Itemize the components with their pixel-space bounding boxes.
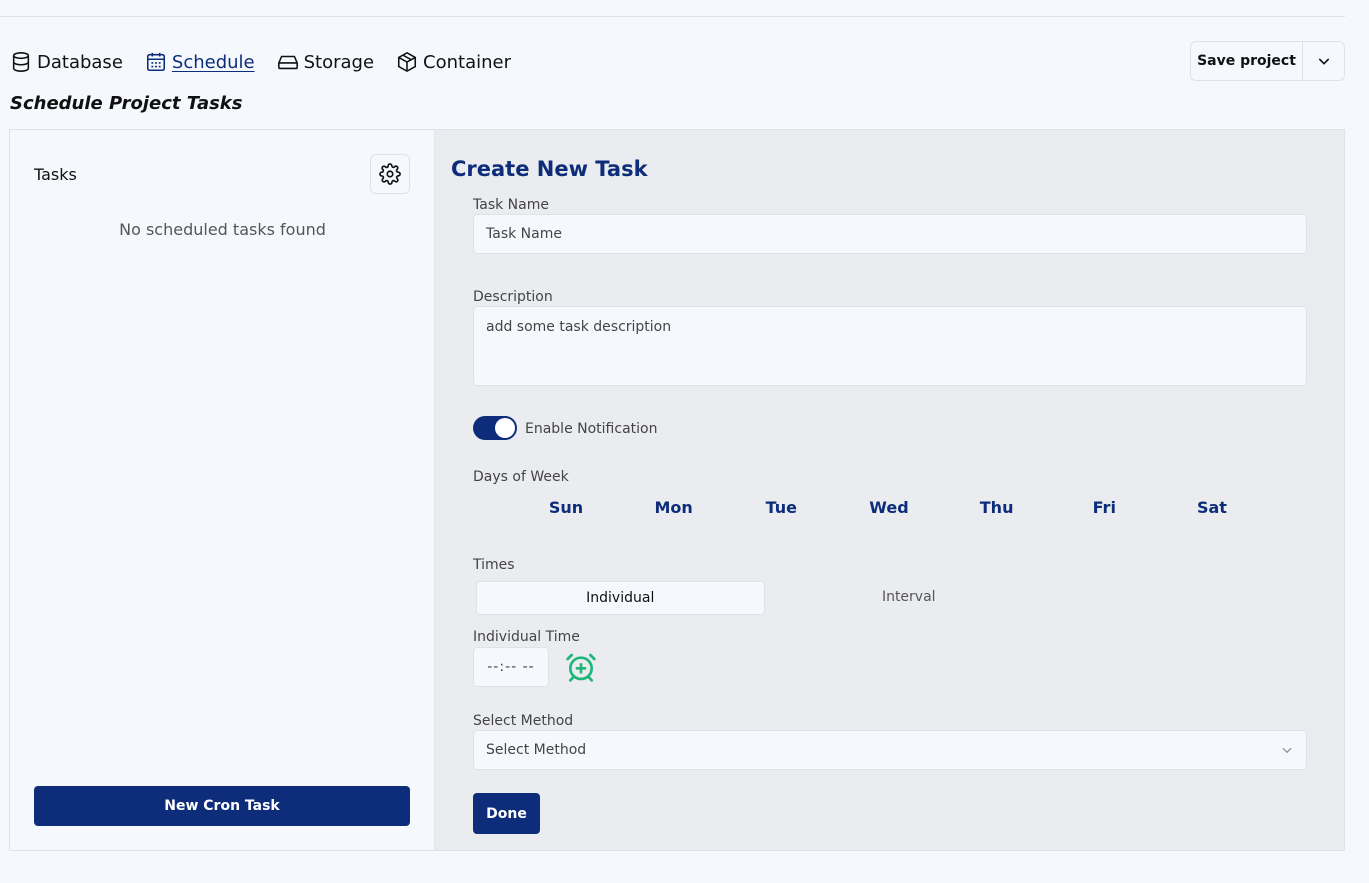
nav-storage[interactable]: Storage (277, 51, 374, 73)
save-project-group: Save project (1190, 41, 1345, 81)
save-project-button[interactable]: Save project (1190, 41, 1303, 81)
select-method-label: Select Method (473, 713, 574, 729)
top-nav: Database Schedule Storage Container (10, 48, 533, 76)
calendar-icon (146, 52, 165, 72)
chevron-down-icon (1282, 747, 1292, 754)
tasks-panel: Tasks No scheduled tasks found New Cron … (10, 130, 435, 850)
individual-time-label: Individual Time (473, 629, 580, 645)
notification-label: Enable Notification (525, 421, 658, 437)
tasks-title: Tasks (34, 165, 77, 184)
select-method-dropdown[interactable]: Select Method (473, 730, 1307, 770)
nav-label: Storage (303, 51, 375, 73)
task-name-label: Task Name (473, 197, 549, 213)
create-task-form: Create New Task Task Name Task Name Desc… (435, 130, 1344, 850)
individual-time-input[interactable]: --:-- -- (473, 647, 549, 687)
day-tue[interactable]: Tue (744, 498, 818, 517)
times-label: Times (473, 557, 515, 573)
day-sat[interactable]: Sat (1175, 498, 1249, 517)
form-title: Create New Task (451, 157, 648, 181)
toggle-knob (495, 418, 515, 438)
days-of-week: Sun Mon Tue Wed Thu Fri Sat (529, 498, 1249, 517)
gear-icon (379, 163, 401, 185)
nav-database[interactable]: Database (10, 51, 123, 73)
day-sun[interactable]: Sun (529, 498, 603, 517)
times-interval-tab[interactable]: Interval (765, 579, 1054, 615)
day-fri[interactable]: Fri (1067, 498, 1141, 517)
hard-drive-icon (277, 55, 298, 70)
nav-label: Schedule (171, 51, 255, 73)
nav-schedule[interactable]: Schedule (145, 51, 255, 73)
day-thu[interactable]: Thu (960, 498, 1034, 517)
days-of-week-label: Days of Week (473, 469, 569, 485)
page-title: Schedule Project Tasks (10, 93, 243, 114)
task-name-input[interactable]: Task Name (473, 214, 1307, 254)
description-textarea[interactable]: add some task description (473, 306, 1307, 386)
alarm-plus-icon[interactable] (565, 651, 597, 683)
schedule-panel: Tasks No scheduled tasks found New Cron … (9, 129, 1345, 851)
times-individual-tab[interactable]: Individual (476, 581, 765, 615)
select-method-value: Select Method (486, 742, 587, 758)
new-cron-task-button[interactable]: New Cron Task (34, 786, 410, 826)
database-icon (12, 52, 30, 72)
nav-label: Database (37, 51, 123, 73)
nav-label: Container (423, 51, 512, 73)
top-divider (0, 16, 1345, 17)
notification-toggle[interactable] (473, 416, 517, 440)
chevron-down-icon (1318, 58, 1329, 65)
day-mon[interactable]: Mon (637, 498, 711, 517)
empty-tasks-message: No scheduled tasks found (119, 220, 326, 239)
times-segmented-control: Individual Interval (473, 579, 1053, 617)
day-wed[interactable]: Wed (852, 498, 926, 517)
save-options-dropdown[interactable] (1303, 41, 1345, 81)
box-icon (398, 51, 417, 73)
description-label: Description (473, 289, 553, 305)
done-button[interactable]: Done (473, 793, 540, 834)
nav-container[interactable]: Container (396, 51, 511, 73)
tasks-settings-button[interactable] (370, 154, 410, 194)
